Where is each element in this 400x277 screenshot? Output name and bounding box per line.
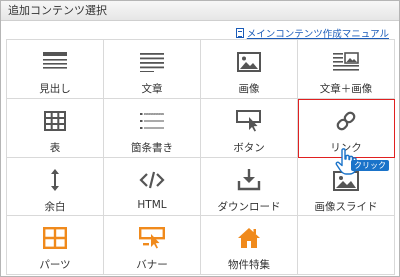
spacing-icon [42,168,68,192]
item-label: 文章 [141,83,163,95]
click-badge: クリック [351,160,389,171]
item-label: 箇条書き [131,141,173,154]
button-icon [236,109,262,133]
table-icon [42,109,68,133]
content-item-text[interactable]: 文章 [104,40,201,99]
content-item-text-image[interactable]: 文章＋画像 [298,40,395,99]
dialog-title: 追加コンテンツ選択 [1,1,399,21]
document-icon [235,28,244,38]
manual-link[interactable]: メインコンテンツ作成マニュアル [235,26,389,40]
content-item-parts[interactable]: パーツ [7,216,104,275]
link-icon [333,109,359,133]
item-label: ボタン [233,141,265,154]
content-select-dialog: 追加コンテンツ選択 メインコンテンツ作成マニュアル 見出し 文章 画像 文章＋画… [0,0,400,277]
item-label: パーツ [39,259,71,272]
content-item-spacing[interactable]: 余白 [7,157,104,217]
text-icon [139,50,165,74]
image-icon [236,50,262,74]
bullet-list-icon [139,109,165,133]
banner-icon [139,226,165,250]
content-item-html[interactable]: HTML [104,157,201,217]
content-item-heading[interactable]: 見出し [7,40,104,99]
heading-icon [42,50,68,74]
content-item-download[interactable]: ダウンロード [201,157,298,217]
content-item-banner[interactable]: バナー [104,216,201,275]
item-label: バナー [136,259,168,272]
parts-icon [42,226,68,250]
item-label: 画像 [238,83,260,95]
house-icon [236,226,262,250]
content-item-image[interactable]: 画像 [201,40,298,99]
text-image-icon [333,50,359,74]
item-label: 余白 [44,200,66,213]
item-label: 文章＋画像 [319,83,373,95]
content-item-button[interactable]: ボタン [201,98,298,158]
content-item-bullet-list[interactable]: 箇条書き [104,98,201,158]
download-icon [236,168,262,192]
item-label: 物件特集 [228,259,270,272]
empty-cell [298,216,395,275]
content-item-property-feature[interactable]: 物件特集 [201,216,298,275]
item-label: ダウンロード [217,200,281,213]
item-label: 見出し [39,83,71,95]
item-label: 画像スライド [314,200,378,213]
item-label: HTML [137,198,167,211]
content-item-table[interactable]: 表 [7,98,104,158]
item-label: 表 [49,141,61,154]
manual-link-label: メインコンテンツ作成マニュアル [246,29,389,40]
code-icon [139,168,165,192]
